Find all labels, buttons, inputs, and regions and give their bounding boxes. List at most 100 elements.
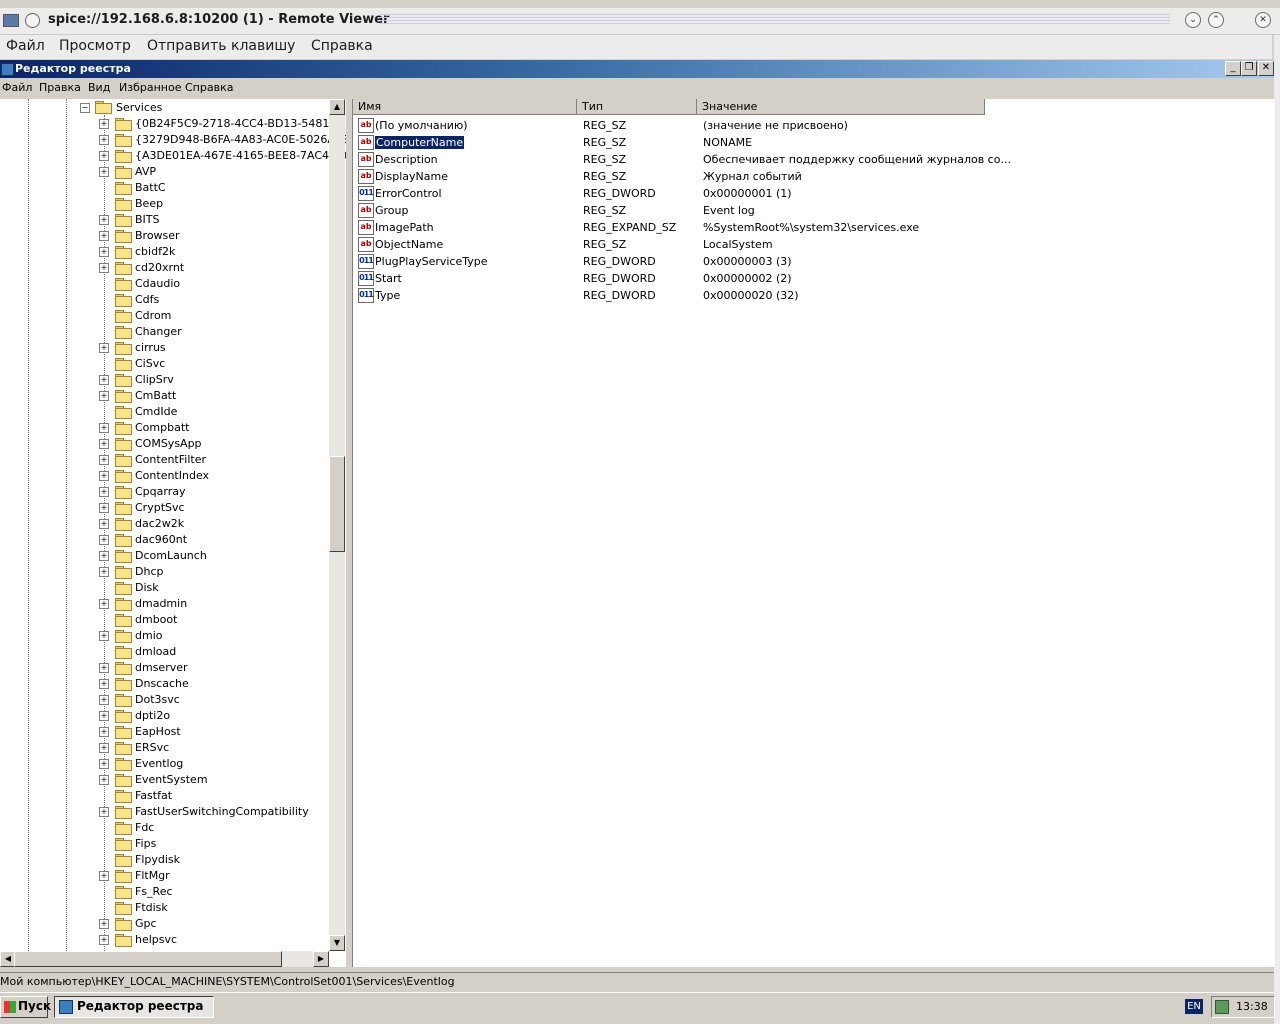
value-name: Description [375,153,438,166]
viewer-menu-help[interactable]: Справка [311,38,373,54]
expand-icon[interactable]: + [99,391,109,401]
expand-icon[interactable]: + [99,343,109,353]
expand-icon[interactable]: + [99,695,109,705]
scroll-right-icon[interactable]: ▶ [313,951,329,967]
value-row[interactable]: 011 ErrorControl REG_DWORD 0x00000001 (1) [353,185,1053,202]
column-header-data[interactable]: Значение [697,99,985,115]
tree-guide [28,99,29,967]
value-row[interactable]: 011 PlugPlayServiceType REG_DWORD 0x0000000… [353,253,1053,270]
expand-icon[interactable]: + [99,151,109,161]
values-list[interactable]: Имя Тип Значение ab (По умолчанию) REG_SZ(… [352,99,1275,967]
value-row[interactable]: ab ImagePath REG_EXPAND_SZ %SystemRoot%\sys… [353,219,1053,236]
value-row[interactable]: ab ComputerName REG_SZ NONAME [353,134,1053,151]
expand-icon[interactable]: + [99,471,109,481]
tree-item-label: {A3DE01EA-467E-4165-BEE8-7AC45A60 [135,149,346,162]
regedit-menu-file[interactable]: Файл [2,81,32,94]
viewer-menu-view[interactable]: Просмотр [59,38,131,54]
value-row[interactable]: ab Group REG_SZ Event log [353,202,1053,219]
expand-icon[interactable]: + [99,935,109,945]
expand-icon[interactable]: + [99,599,109,609]
value-row[interactable]: ab DisplayName REG_SZ Журнал событий [353,168,1053,185]
expand-icon[interactable]: + [99,679,109,689]
expand-icon[interactable]: + [99,231,109,241]
start-button[interactable]: Пуск [0,996,51,1018]
scroll-up-icon[interactable]: ▲ [329,99,345,115]
value-row[interactable]: ab Description REG_SZ Обеспечивает поддержк… [353,151,1053,168]
expand-icon[interactable]: + [99,727,109,737]
value-row[interactable]: 011 Type REG_DWORD 0x00000020 (32) [353,287,1053,304]
expand-icon[interactable]: + [99,871,109,881]
expand-icon[interactable]: + [99,423,109,433]
folder-icon [115,678,132,691]
expand-icon[interactable]: + [99,711,109,721]
tree-item-label: DcomLaunch [135,549,207,562]
scroll-down-icon[interactable]: ▼ [329,935,345,951]
viewer-menu-file[interactable]: Файл [6,38,45,54]
value-row[interactable]: ab ObjectName REG_SZ LocalSystem [353,236,1053,253]
value-row[interactable]: ab (По умолчанию) REG_SZ (значение не присв… [353,117,1053,134]
expand-icon[interactable]: + [99,439,109,449]
expand-icon[interactable]: + [99,519,109,529]
expand-icon[interactable]: + [99,663,109,673]
taskbar: Пуск Редактор реестра EN 13:38 [0,992,1275,1021]
sticky-icon[interactable] [25,13,40,28]
folder-icon [115,934,132,947]
expand-icon[interactable]: + [99,375,109,385]
value-row[interactable]: 011 Start REG_DWORD 0x00000002 (2) [353,270,1053,287]
taskbar-button-regedit[interactable]: Редактор реестра [54,996,214,1018]
folder-icon [115,390,132,403]
tree-item-label: Gpc [135,917,157,930]
expand-icon[interactable]: + [99,759,109,769]
folder-icon [115,646,132,659]
tree-item-label: Eventlog [135,757,184,770]
language-indicator[interactable]: EN [1185,999,1203,1014]
expand-icon[interactable]: + [99,631,109,641]
regedit-close-icon[interactable]: ✕ [1258,61,1274,76]
column-header-type[interactable]: Тип [577,99,697,115]
expand-icon[interactable]: + [99,487,109,497]
column-header-name[interactable]: Имя [353,99,577,115]
tree-item-label: Cdaudio [135,277,181,290]
expand-icon[interactable]: + [99,535,109,545]
regedit-menu-favorites[interactable]: Избранное [119,81,181,94]
expand-icon[interactable]: + [99,503,109,513]
expand-icon[interactable]: + [99,567,109,577]
expand-icon[interactable]: + [99,807,109,817]
tree-item-label: helpsvc [135,933,178,946]
expand-icon[interactable]: + [99,135,109,145]
tree-item-label: Changer [135,325,182,338]
expand-icon[interactable]: + [99,551,109,561]
regedit-task-icon [59,1000,73,1014]
tree-item-label: Dot3svc [135,693,180,706]
folder-icon [115,166,132,179]
tree-item-label: CiSvc [135,357,166,370]
expand-icon[interactable]: + [99,215,109,225]
tree-guide [66,99,67,967]
regedit-menu-edit[interactable]: Правка [39,81,81,94]
expand-icon[interactable]: + [99,247,109,257]
maximize-icon[interactable]: ⌃ [1208,12,1224,28]
value-name: Start [375,272,402,285]
regedit-menu-view[interactable]: Вид [88,81,110,94]
expand-icon[interactable]: + [99,919,109,929]
viewer-menu-send-key[interactable]: Отправить клавишу [147,38,295,54]
minimize-icon[interactable]: ⌄ [1185,12,1201,28]
expand-icon[interactable]: + [99,263,109,273]
windows-logo-icon [4,1001,16,1013]
expand-icon[interactable]: + [99,455,109,465]
regedit-menu-help[interactable]: Справка [185,81,233,94]
collapse-icon[interactable]: − [80,103,90,113]
close-icon[interactable]: ✕ [1255,12,1271,28]
expand-icon[interactable]: + [99,775,109,785]
expand-icon[interactable]: + [99,743,109,753]
regedit-restore-icon[interactable]: ❐ [1241,61,1257,76]
tree-vertical-thumb[interactable] [329,456,345,552]
key-tree[interactable]: − Services + {0B24F5C9-2718-4CC4-BD13-548… [0,99,346,967]
expand-icon[interactable]: + [99,167,109,177]
network-icon[interactable] [1215,1000,1229,1014]
tree-horizontal-thumb[interactable] [14,951,282,967]
status-bar: Мой компьютер\HKEY_LOCAL_MACHINE\SYSTEM\… [0,972,1274,990]
expand-icon[interactable]: + [99,119,109,129]
regedit-minimize-icon[interactable]: _ [1225,61,1241,76]
tree-item-label: ContentFilter [135,453,206,466]
